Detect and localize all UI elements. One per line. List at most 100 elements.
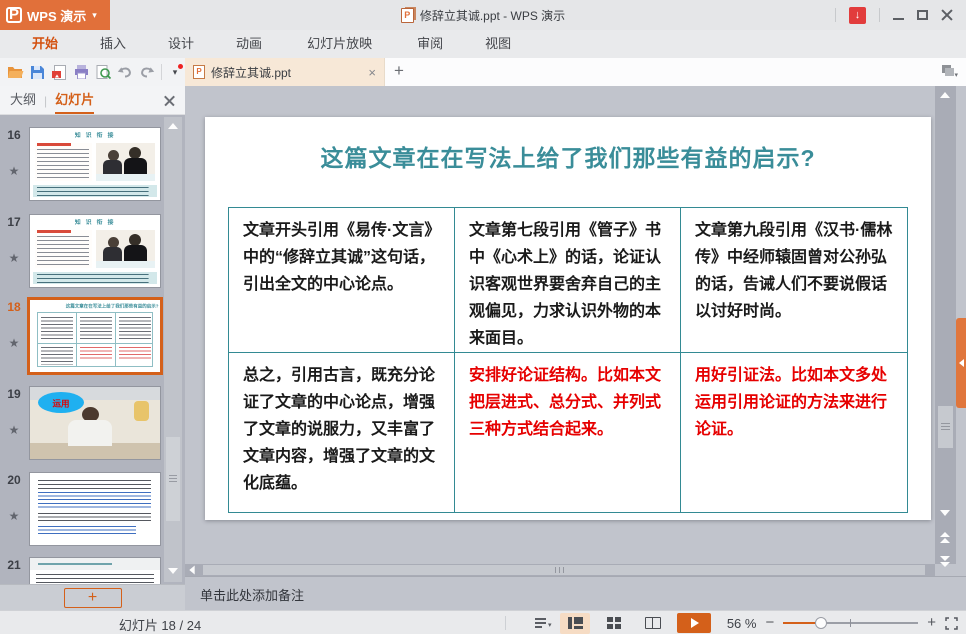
zoom-out-button[interactable]: − xyxy=(765,616,774,630)
undo-icon[interactable] xyxy=(114,61,136,83)
document-tab-label: 修辞立其诚.ppt xyxy=(211,64,362,81)
slide-thumbnail[interactable]: 知 识 衔 接 xyxy=(30,128,160,200)
thumb-title: 知 识 衔 接 xyxy=(57,130,132,139)
play-icon xyxy=(691,618,699,628)
side-panel-expand-handle[interactable] xyxy=(956,318,966,408)
fit-to-window-icon[interactable] xyxy=(945,617,958,630)
scroll-left-icon[interactable] xyxy=(189,566,194,575)
slide-counter: 幻灯片 18 / 24 xyxy=(95,615,225,634)
horizontal-scrollbar[interactable] xyxy=(185,564,935,576)
scroll-up-icon[interactable] xyxy=(940,92,950,98)
reading-view-icon xyxy=(645,617,661,629)
reading-view-button[interactable] xyxy=(638,613,668,634)
add-slide-button[interactable]: + xyxy=(64,588,122,608)
slide-number: 19 xyxy=(0,387,28,401)
notes-pane[interactable]: 单击此处添加备注 xyxy=(185,576,966,610)
slide-number: 21 xyxy=(0,558,28,572)
ppt-file-icon: P xyxy=(193,65,205,79)
slide-sorter-button[interactable] xyxy=(599,613,629,634)
sidebar-close-icon[interactable] xyxy=(164,95,175,106)
table-cell-r1c3[interactable]: 文章第九段引用《汉书·儒林传》中经师辕固曾对公孙弘的话，告诫人们不要说假话以讨好… xyxy=(681,208,907,353)
notes-toggle-icon[interactable]: ▾ xyxy=(535,617,551,629)
thumbnail-meta: 16 ★ xyxy=(0,128,28,178)
slide-title[interactable]: 这篇文章在在写法上给了我们那些有益的启示? xyxy=(205,139,931,173)
thumb-badge: 运用 xyxy=(38,392,84,413)
export-pdf-icon[interactable] xyxy=(48,61,70,83)
redo-icon[interactable] xyxy=(136,61,158,83)
tab-animation[interactable]: 动画 xyxy=(215,30,283,58)
wps-app-menu-button[interactable]: P WPS 演示 ▾ xyxy=(0,0,110,30)
chevron-left-icon xyxy=(959,359,964,367)
document-tab[interactable]: P 修辞立其诚.ppt × xyxy=(185,58,385,86)
zoom-slider[interactable] xyxy=(783,616,918,630)
next-slide-button[interactable] xyxy=(940,556,950,567)
close-button[interactable] xyxy=(941,9,953,21)
window-controls: ↓ xyxy=(835,0,966,30)
zoom-in-button[interactable]: + xyxy=(927,616,936,630)
print-preview-icon[interactable] xyxy=(92,61,114,83)
scroll-down-icon[interactable] xyxy=(168,568,178,574)
thumb-footer-strip xyxy=(33,185,157,197)
vertical-scrollbar-thumb[interactable] xyxy=(938,406,953,448)
scroll-up-icon[interactable] xyxy=(168,123,178,129)
slide-number: 16 xyxy=(0,128,28,142)
sidebar-footer: + xyxy=(0,584,185,610)
tab-outline[interactable]: 大纲 xyxy=(10,89,36,114)
open-file-icon[interactable] xyxy=(4,61,26,83)
transition-star-icon: ★ xyxy=(0,336,28,350)
ribbon-menu: 开始 插入 设计 动画 幻灯片放映 审阅 视图 xyxy=(0,30,966,58)
print-icon[interactable] xyxy=(70,61,92,83)
vertical-scrollbar[interactable] xyxy=(935,86,956,564)
previous-slide-button[interactable] xyxy=(940,532,950,543)
slideshow-play-button[interactable] xyxy=(677,613,711,633)
tab-insert[interactable]: 插入 xyxy=(79,30,147,58)
scroll-down-icon[interactable] xyxy=(940,510,950,516)
maximize-button[interactable] xyxy=(917,10,928,20)
wps-logo-icon: P xyxy=(6,7,22,23)
thumb-text-block xyxy=(35,143,92,181)
download-update-button[interactable]: ↓ xyxy=(849,7,866,24)
table-cell-r1c1[interactable]: 文章开头引用《易传·文言》中的“修辞立其诚”这句话，引出全文的中心论点。 xyxy=(229,208,455,353)
slide-thumbnail[interactable] xyxy=(30,473,160,545)
table-cell-r2c3[interactable]: 用好引证法。比如本文多处运用引用论证的方法来进行论证。 xyxy=(681,353,907,512)
thumbnail-meta: 18 ★ xyxy=(0,300,28,350)
thumb-footer-strip xyxy=(33,272,157,284)
slide-18-canvas[interactable]: 这篇文章在在写法上给了我们那些有益的启示? 文章开头引用《易传·文言》中的“修辞… xyxy=(205,117,931,520)
table-cell-r2c2[interactable]: 安排好论证结构。比如本文把层进式、总分式、并列式三种方式结合起来。 xyxy=(455,353,681,512)
tab-review[interactable]: 审阅 xyxy=(396,30,464,58)
horizontal-scrollbar-thumb[interactable] xyxy=(203,565,925,575)
slide-number: 17 xyxy=(0,215,28,229)
slide-number: 18 xyxy=(0,300,28,314)
tab-slides[interactable]: 幻灯片 xyxy=(55,89,94,114)
tab-design[interactable]: 设计 xyxy=(147,30,215,58)
slide-table[interactable]: 文章开头引用《易传·文言》中的“修辞立其诚”这句话，引出全文的中心论点。 文章第… xyxy=(228,207,908,513)
table-cell-r1c2[interactable]: 文章第七段引用《管子》书中《心术上》的话，论证认识客观世界要舍弃自己的主观偏见，… xyxy=(455,208,681,353)
transition-star-icon: ★ xyxy=(0,251,28,265)
notes-placeholder[interactable]: 单击此处添加备注 xyxy=(200,588,304,603)
customize-toolbar-dropdown[interactable]: ▾ xyxy=(165,61,185,83)
divider xyxy=(505,616,506,630)
tab-home[interactable]: 开始 xyxy=(11,30,79,58)
minimize-button[interactable] xyxy=(893,18,904,20)
slide-thumbnail-selected[interactable]: 这篇文章在在写法上给了我们那些有益的启示? xyxy=(30,300,160,372)
tab-slideshow[interactable]: 幻灯片放映 xyxy=(283,30,396,58)
window-title: P 修辞立其诚.ppt - WPS 演示 xyxy=(0,0,966,30)
tab-list-icon[interactable]: ▾ xyxy=(942,65,958,79)
sidebar-scrollbar[interactable] xyxy=(164,117,182,582)
new-tab-button[interactable]: + xyxy=(385,58,413,86)
divider xyxy=(161,64,162,80)
editing-canvas[interactable]: 这篇文章在在写法上给了我们那些有益的启示? 文章开头引用《易传·文言》中的“修辞… xyxy=(185,86,935,564)
thumb-title: 知 识 衔 接 xyxy=(57,217,132,226)
slide-thumbnail[interactable] xyxy=(30,558,160,584)
sidebar-scrollbar-thumb[interactable] xyxy=(166,437,180,521)
tab-close-icon[interactable]: × xyxy=(368,66,376,79)
sidebar-header: 大纲 | 幻灯片 xyxy=(0,86,185,115)
tab-view[interactable]: 视图 xyxy=(464,30,532,58)
save-icon[interactable] xyxy=(26,61,48,83)
slide-thumbnail[interactable]: 运用 xyxy=(30,387,160,459)
table-cell-r2c1[interactable]: 总之，引用古言，既充分论证了文章的中心论点，增强了文章的说服力，又丰富了文章内容… xyxy=(229,353,455,512)
slide-thumbnail[interactable]: 知 识 衔 接 xyxy=(30,215,160,287)
zoom-slider-knob[interactable] xyxy=(815,617,827,629)
normal-view-button[interactable] xyxy=(560,613,590,634)
document-tabbar: P 修辞立其诚.ppt × + xyxy=(185,58,966,86)
